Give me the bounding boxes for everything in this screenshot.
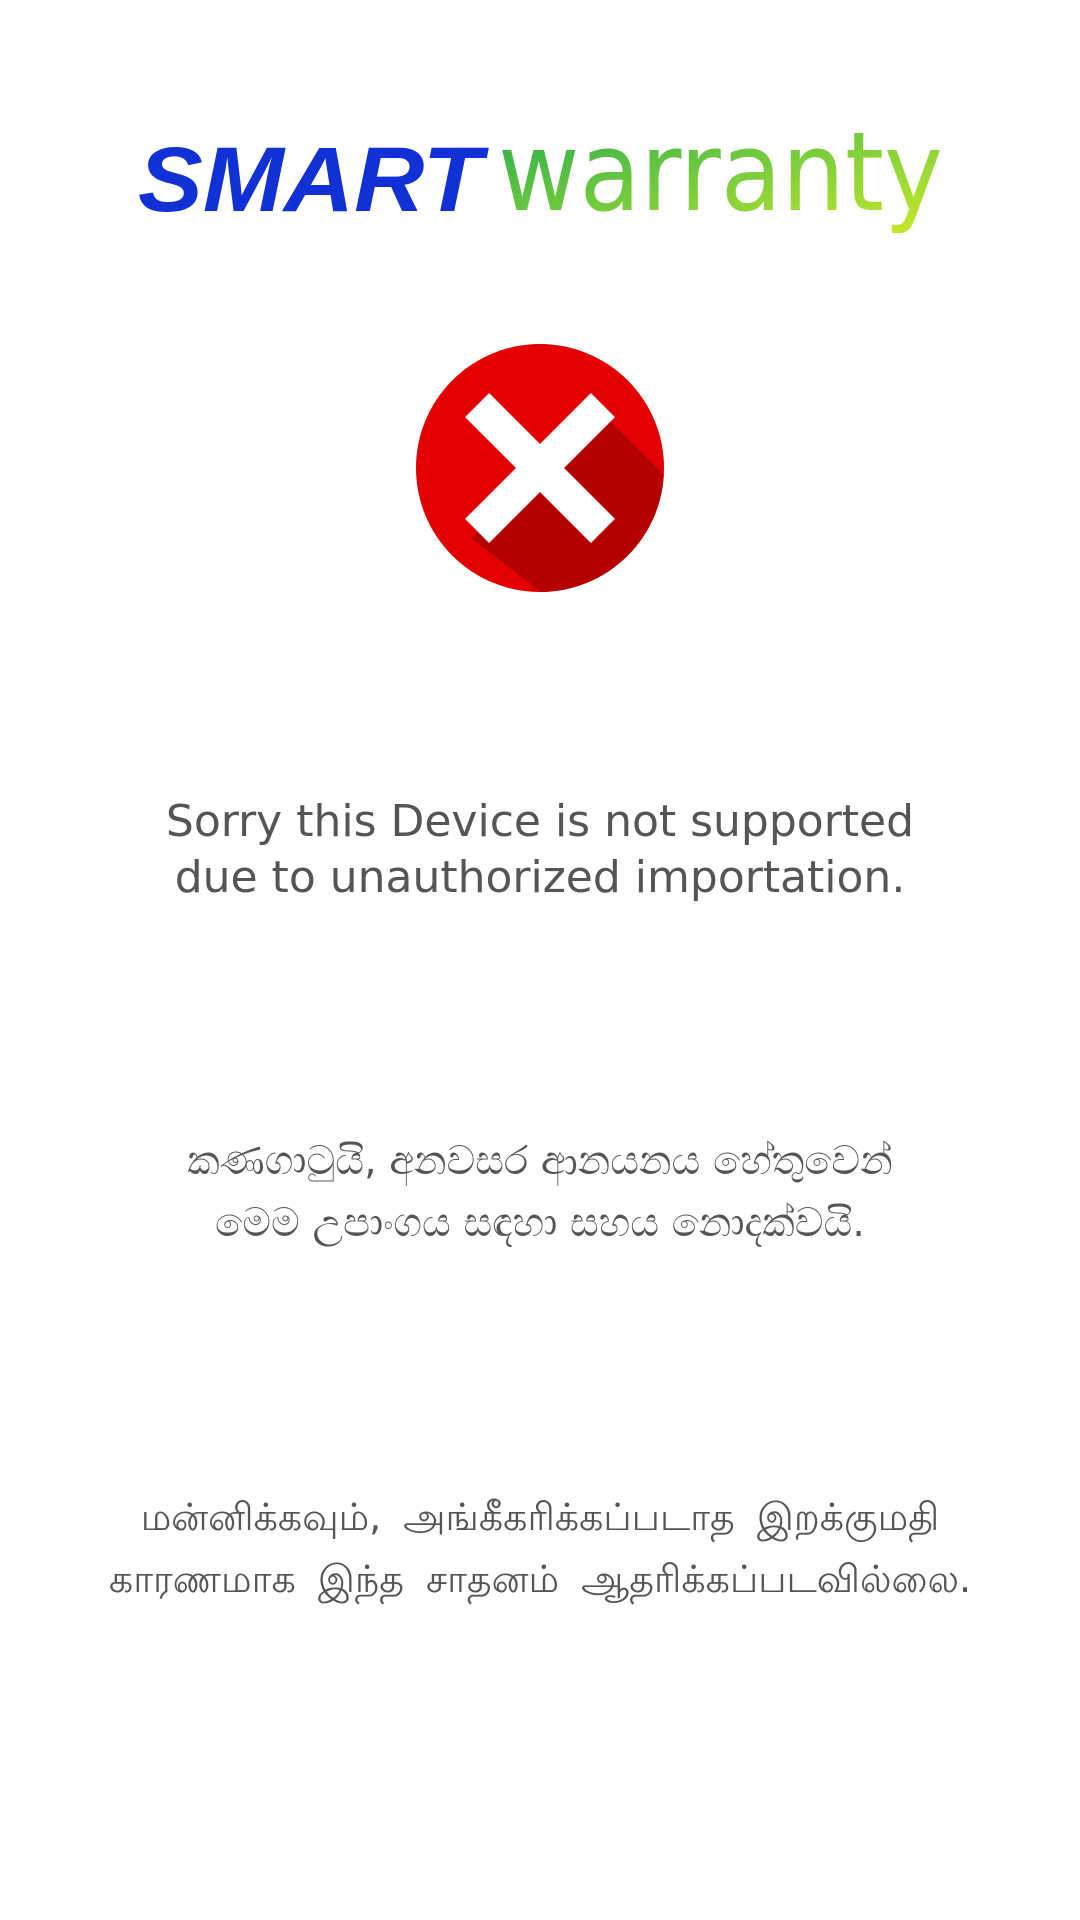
tamil-line-1: மன்னிக்கவும், அங்கீகரிக்கப்படாத இறக்குமத… bbox=[140, 1495, 940, 1539]
error-x-icon bbox=[416, 344, 664, 592]
error-message-sinhala: කණගාටුයි, අනවසර ආනයනය හේතුවෙන් මෙම උපාංග… bbox=[40, 1130, 1040, 1254]
smart-warranty-logo: SMART warranty bbox=[138, 118, 948, 248]
logo-warranty-text: warranty bbox=[498, 118, 943, 236]
logo-smart-text: SMART bbox=[138, 129, 489, 231]
english-line-1: Sorry this Device is not supported bbox=[165, 796, 915, 847]
tamil-line-2: காரணமாக இந்த சாதனம் ஆதரிக்கப்படவில்லை. bbox=[108, 1557, 972, 1601]
error-message-english: Sorry this Device is not supported due t… bbox=[40, 794, 1040, 906]
english-line-2: due to unauthorized importation. bbox=[174, 852, 906, 903]
sinhala-line-1: කණගාටුයි, අනවසර ආනයනය හේතුවෙන් bbox=[187, 1138, 893, 1184]
error-message-tamil: மன்னிக்கவும், அங்கீகரிக்கப்படாத இறக்குமத… bbox=[40, 1486, 1040, 1610]
sinhala-line-2: මෙම උපාංගය සඳහා සහය නොදක්වයි. bbox=[214, 1200, 866, 1246]
